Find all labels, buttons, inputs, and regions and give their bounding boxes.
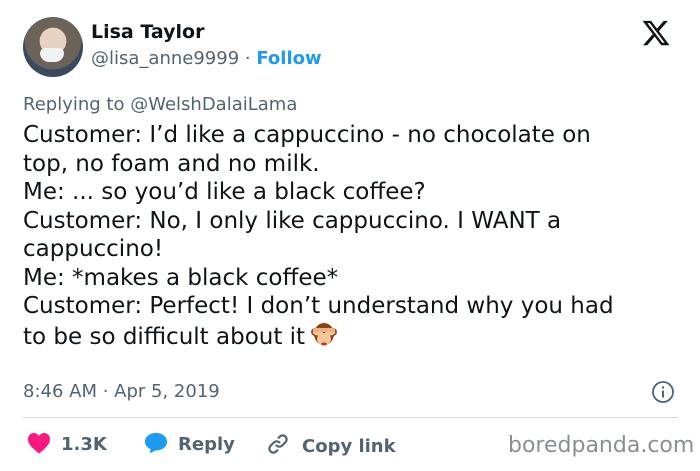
replying-mention[interactable]: @WelshDalaiLama — [130, 94, 297, 115]
separator-dot: · — [244, 48, 251, 69]
like-count: 1.3K — [61, 434, 107, 455]
author-handle[interactable]: @lisa_anne9999 — [91, 48, 239, 69]
tweet-timestamp[interactable]: 8:46 AM · Apr 5, 2019 — [23, 381, 220, 402]
tweet-line: Customer: No, I only like cappuccino. I … — [23, 207, 562, 234]
copy-link-label: Copy link — [302, 436, 396, 457]
follow-button[interactable]: Follow — [256, 48, 321, 69]
tweet-line: Me: ... so you’d like a black coffee? — [23, 179, 426, 205]
tweet-text: Customer: I’d like a cappuccino - no cho… — [23, 121, 688, 351]
tweet-line: Me: *makes a black coffee* — [23, 264, 339, 291]
heart-icon — [28, 433, 50, 454]
tweet-line: Customer: Perfect! I don’t understand wh… — [23, 293, 614, 319]
see-no-evil-monkey-icon — [311, 322, 338, 345]
replying-to: Replying to @WelshDalaiLama — [23, 94, 297, 115]
tweet-line-last: to be so difficult about it — [23, 321, 688, 352]
replying-prefix: Replying to — [23, 94, 125, 115]
reply-bubble-icon — [145, 433, 167, 454]
divider — [23, 417, 678, 418]
author-handle-line: @lisa_anne9999 · Follow — [91, 48, 322, 69]
like-button[interactable]: 1.3K — [27, 432, 107, 455]
link-icon — [268, 434, 288, 454]
tweet-line: Customer: I’d like a cappuccino - no cho… — [23, 122, 591, 148]
face-mask — [40, 48, 64, 62]
tweet-line: top, no foam and no milk. — [23, 150, 320, 177]
x-logo-icon[interactable] — [640, 18, 672, 48]
info-icon[interactable] — [651, 380, 675, 404]
tweet-line: cappuccino! — [23, 236, 164, 262]
author-name[interactable]: Lisa Taylor — [91, 21, 204, 43]
reply-label: Reply — [178, 434, 235, 455]
avatar[interactable] — [23, 17, 83, 77]
copy-link-button[interactable]: Copy link — [266, 432, 396, 457]
watermark: boredpanda.com — [508, 433, 695, 458]
reply-button[interactable]: Reply — [144, 432, 235, 455]
tweet-line: to be so difficult about it — [23, 323, 306, 350]
